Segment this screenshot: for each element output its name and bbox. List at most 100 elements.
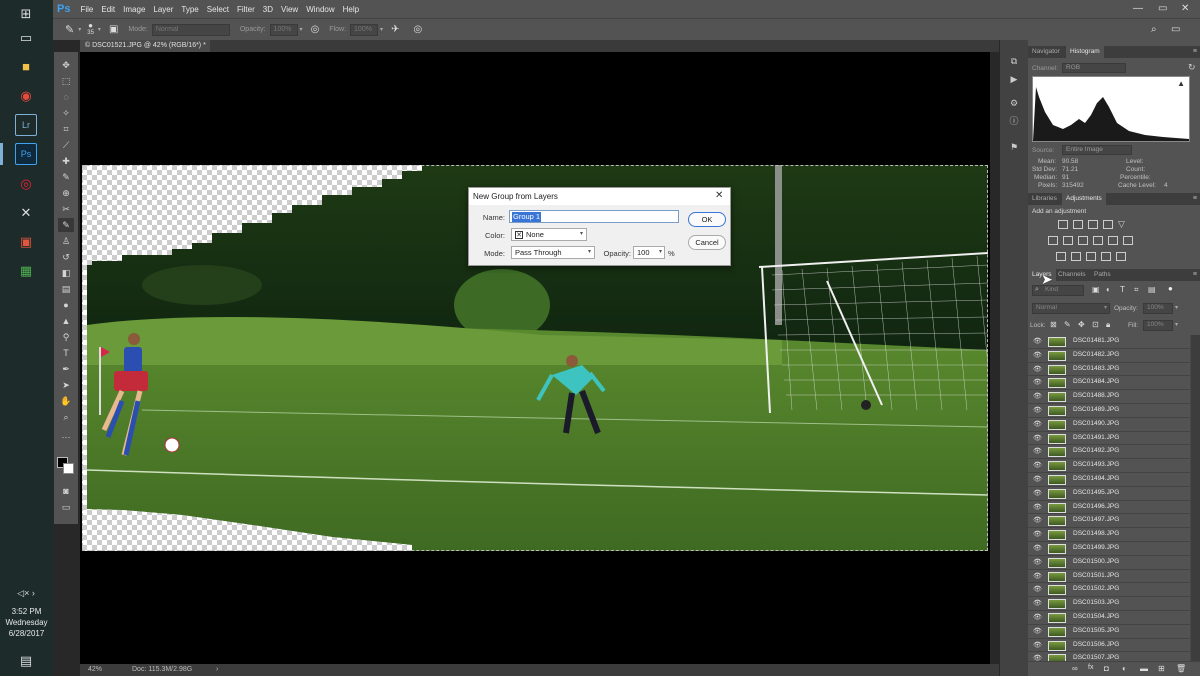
tools-icon[interactable]: ✕ xyxy=(15,202,37,224)
ok-button[interactable]: OK xyxy=(688,212,726,227)
lock-artboard-icon[interactable]: ⊡ xyxy=(1092,320,1099,329)
panel-menu-icon[interactable]: ≡ xyxy=(1193,46,1197,58)
visibility-eye-icon[interactable]: 👁︎ xyxy=(1033,613,1042,621)
new-group-icon[interactable]: ▬ xyxy=(1140,664,1148,673)
panel-menu-icon[interactable]: ≡ xyxy=(1193,193,1197,205)
vibrance-icon[interactable]: ▽ xyxy=(1118,220,1128,229)
new-adjustment-icon[interactable]: ◐ xyxy=(1122,664,1127,673)
layer-row[interactable]: 👁︎ DSC01481.JPG xyxy=(1028,335,1190,349)
type-tool-icon[interactable]: T xyxy=(58,346,74,360)
menu-edit[interactable]: Edit xyxy=(101,5,115,14)
visibility-eye-icon[interactable]: 👁︎ xyxy=(1033,434,1042,442)
menu-view[interactable]: View xyxy=(281,5,298,14)
mode-select[interactable]: Pass Through ▾ xyxy=(511,246,595,259)
tab-navigator[interactable]: Navigator xyxy=(1028,46,1064,58)
patch-tool-icon[interactable]: ⊕ xyxy=(58,186,74,200)
file-explorer-icon[interactable]: ■ xyxy=(15,55,37,77)
powerpoint-icon[interactable]: ▣ xyxy=(15,231,37,253)
search-icon[interactable]: ⌕ xyxy=(1151,24,1157,35)
layer-row[interactable]: 👁︎ DSC01490.JPG xyxy=(1028,417,1190,432)
path-select-tool-icon[interactable]: ➤ xyxy=(58,378,74,392)
visibility-eye-icon[interactable]: 👁︎ xyxy=(1033,378,1042,386)
lock-position-icon[interactable]: ✥ xyxy=(1078,320,1085,329)
visibility-eye-icon[interactable]: 👁︎ xyxy=(1033,461,1042,469)
opacity-field[interactable]: 100% xyxy=(269,23,298,36)
quick-mask-icon[interactable]: ◙ xyxy=(58,484,74,498)
chevron-down-icon[interactable]: ▾ xyxy=(1175,321,1178,328)
history-panel-icon[interactable]: ⧉ xyxy=(1007,54,1021,68)
photoshop-taskbar-icon[interactable]: Ps xyxy=(15,143,37,165)
photo-filter-icon[interactable] xyxy=(1093,236,1103,245)
info-panel-icon[interactable]: ⓘ xyxy=(1007,114,1021,128)
zoom-tool-icon[interactable]: ⌕ xyxy=(58,410,74,424)
actions-panel-icon[interactable]: ▶ xyxy=(1007,72,1021,86)
visibility-eye-icon[interactable]: 👁︎ xyxy=(1033,351,1042,359)
visibility-eye-icon[interactable]: 👁︎ xyxy=(1033,654,1042,661)
layer-row[interactable]: 👁︎ DSC01500.JPG xyxy=(1028,555,1190,570)
chevron-down-icon[interactable]: ▾ xyxy=(78,26,81,33)
brush-tool-icon[interactable]: ✎ xyxy=(58,218,74,232)
app-red-icon[interactable]: ◎ xyxy=(15,173,37,195)
layer-row[interactable]: 👁︎ DSC01491.JPG xyxy=(1028,431,1190,446)
new-layer-icon[interactable]: ⊞ xyxy=(1158,664,1165,673)
layer-row[interactable]: 👁︎ DSC01505.JPG xyxy=(1028,624,1190,639)
pencil-tool-icon[interactable]: ✎ xyxy=(58,170,74,184)
tab-paths[interactable]: Paths xyxy=(1090,269,1115,281)
lock-image-icon[interactable]: ✎ xyxy=(1064,320,1071,329)
minimize-icon[interactable]: — xyxy=(1133,3,1143,14)
threshold-icon[interactable] xyxy=(1086,252,1096,261)
filter-shape-icon[interactable]: ⌗ xyxy=(1134,285,1139,295)
move-tool-icon[interactable]: ✥ xyxy=(58,58,74,72)
clone-stamp-tool-icon[interactable]: ♙ xyxy=(58,234,74,248)
close-icon[interactable]: ✕ xyxy=(1181,3,1189,14)
dialog-close-icon[interactable]: ✕ xyxy=(715,190,723,201)
visibility-eye-icon[interactable]: 👁︎ xyxy=(1033,447,1042,455)
brightness-icon[interactable] xyxy=(1058,220,1068,229)
panel-menu-icon[interactable]: ≡ xyxy=(1193,269,1197,281)
document-canvas[interactable] xyxy=(80,52,990,664)
warning-icon[interactable]: ▲ xyxy=(1177,79,1185,88)
opacity-input[interactable]: 100 ▾ xyxy=(633,246,665,259)
menu-3d[interactable]: 3D xyxy=(263,5,273,14)
visibility-eye-icon[interactable]: 👁︎ xyxy=(1033,599,1042,607)
refresh-icon[interactable]: ↻ xyxy=(1188,62,1196,73)
visibility-eye-icon[interactable]: 👁︎ xyxy=(1033,365,1042,373)
layer-row[interactable]: 👁︎ DSC01482.JPG xyxy=(1028,348,1190,363)
layer-row[interactable]: 👁︎ DSC01484.JPG xyxy=(1028,376,1190,391)
document-tab[interactable]: © DSC01521.JPG @ 42% (RGB/16*) * xyxy=(80,40,210,52)
pen-tool-icon[interactable]: ✒ xyxy=(58,362,74,376)
zoom-level[interactable]: 42% xyxy=(88,664,102,676)
menu-filter[interactable]: Filter xyxy=(237,5,255,14)
marquee-tool-icon[interactable]: ⬚ xyxy=(58,74,74,88)
layer-opacity-field[interactable]: 100% xyxy=(1143,303,1173,314)
workspace-icon[interactable]: ▭ xyxy=(1171,24,1180,35)
brush-tool-icon[interactable]: ✎ xyxy=(65,23,74,36)
healing-brush-tool-icon[interactable]: ✚ xyxy=(58,154,74,168)
lock-transparent-icon[interactable]: ⊠ xyxy=(1050,320,1057,329)
visibility-eye-icon[interactable]: 👁︎ xyxy=(1033,516,1042,524)
layer-row[interactable]: 👁︎ DSC01501.JPG xyxy=(1028,569,1190,584)
filter-pixel-icon[interactable]: ▣ xyxy=(1092,285,1100,294)
screen-mode-icon[interactable]: ▭ xyxy=(58,500,74,514)
brush-panel-icon[interactable]: ▣ xyxy=(109,24,118,35)
layer-row[interactable]: 👁︎ DSC01495.JPG xyxy=(1028,486,1190,501)
menu-help[interactable]: Help xyxy=(343,5,359,14)
layer-row[interactable]: 👁︎ DSC01493.JPG xyxy=(1028,459,1190,473)
fill-field[interactable]: 100% xyxy=(1143,320,1173,331)
tab-channels[interactable]: Channels xyxy=(1054,269,1089,281)
layer-row[interactable]: 👁︎ DSC01492.JPG xyxy=(1028,445,1190,460)
brush-preset-picker[interactable]: ● 35 xyxy=(87,22,94,37)
color-lookup-icon[interactable] xyxy=(1123,236,1133,245)
layer-row[interactable]: 👁︎ DSC01504.JPG xyxy=(1028,611,1190,625)
layer-row[interactable]: 👁︎ DSC01489.JPG xyxy=(1028,404,1190,418)
visibility-eye-icon[interactable]: 👁︎ xyxy=(1033,337,1042,345)
channel-mixer-icon[interactable] xyxy=(1108,236,1118,245)
chevron-right-icon[interactable]: › xyxy=(216,664,218,676)
layer-row[interactable]: 👁︎ DSC01494.JPG xyxy=(1028,473,1190,487)
posterize-icon[interactable] xyxy=(1071,252,1081,261)
task-view-icon[interactable]: ▭ xyxy=(15,27,37,49)
clock[interactable]: 3:52 PM Wednesday 6/28/2017 xyxy=(0,606,53,639)
blur-tool-icon[interactable]: ● xyxy=(58,298,74,312)
filter-toggle-icon[interactable]: ● xyxy=(1168,284,1173,293)
layer-row[interactable]: 👁︎ DSC01502.JPG xyxy=(1028,583,1190,598)
